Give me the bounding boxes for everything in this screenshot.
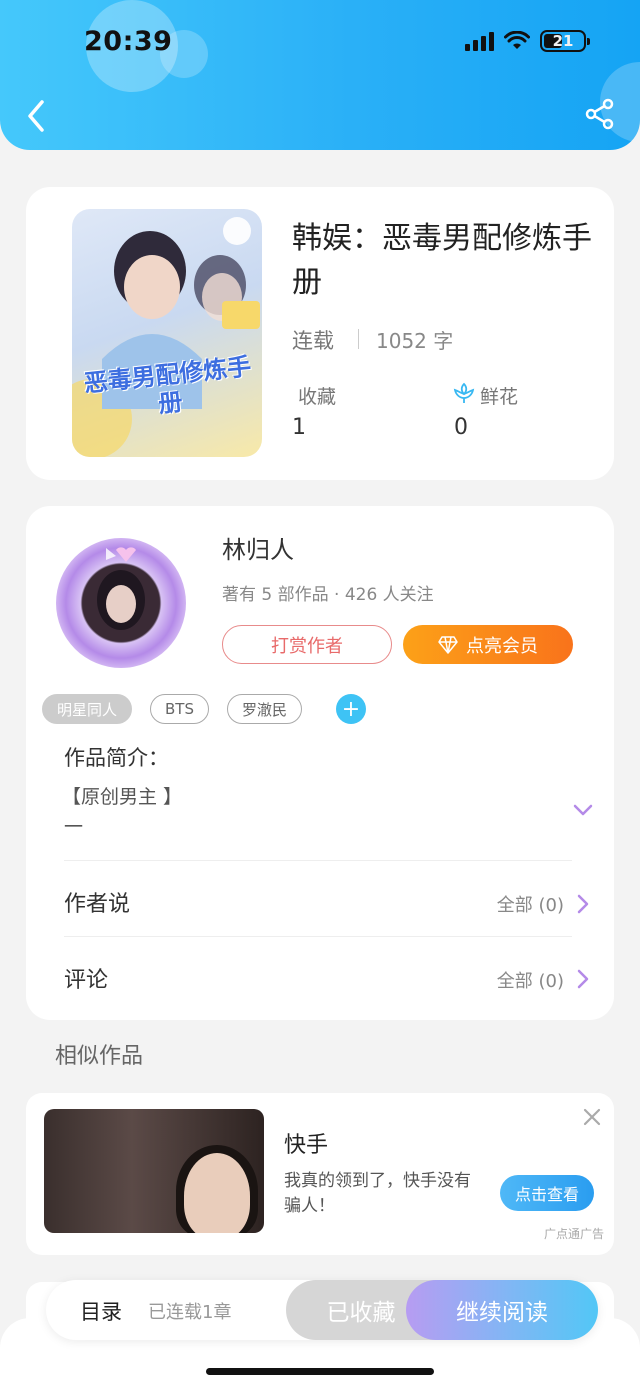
chevron-down-icon[interactable] — [572, 802, 594, 818]
book-cover[interactable]: 恶毒男配修炼手册 — [72, 209, 262, 457]
tag-item[interactable]: 罗澈民 — [227, 694, 303, 724]
tag-item[interactable]: 明星同人 — [42, 694, 133, 724]
book-title: 韩娱：恶毒男配修炼手册 — [292, 221, 592, 300]
back-icon[interactable] — [22, 96, 52, 136]
ad-card[interactable]: 快手 我真的领到了，快手没有骗人！ 点击查看 广点通广告 — [26, 1093, 614, 1255]
status-time: 20:39 — [84, 26, 173, 57]
header-bar: 20:39 21 — [0, 0, 640, 150]
favorites-label: 收藏 — [298, 386, 337, 408]
divider — [64, 936, 572, 937]
favorites-count: 1 — [292, 415, 306, 440]
intro-text-line2: 一 — [64, 816, 84, 838]
comments-count[interactable]: 全部 (0) — [497, 967, 564, 993]
author-says-count[interactable]: 全部 (0) — [497, 891, 564, 917]
book-status: 连载 — [292, 329, 334, 353]
divider — [358, 329, 359, 349]
book-info-card: 恶毒男配修炼手册 韩娱：恶毒男配修炼手册 连载 1052 字 收藏 1 鲜花 0 — [26, 187, 614, 480]
comments-label[interactable]: 评论 — [64, 962, 108, 994]
vip-button-label: 点亮会员 — [466, 635, 538, 657]
continue-reading-button[interactable]: 继续阅读 — [406, 1280, 598, 1340]
author-card: 林归人 著有 5 部作品 · 426 人关注 打赏作者 点亮会员 明星同人 BT… — [26, 506, 614, 1020]
home-indicator — [206, 1368, 434, 1375]
status-icons: 21 — [465, 30, 590, 52]
intro-text: 【原创男主 】 — [62, 786, 183, 808]
ad-image[interactable] — [44, 1109, 264, 1233]
ad-title: 快手 — [284, 1133, 329, 1158]
diamond-icon — [438, 635, 458, 654]
ad-source-label: 广点通广告 — [544, 1227, 605, 1241]
chapter-count[interactable]: 已连载1章 — [148, 1298, 231, 1324]
author-name[interactable]: 林归人 — [222, 530, 294, 565]
flowers-label: 鲜花 — [480, 386, 519, 408]
similar-works-title: 相似作品 — [55, 1044, 144, 1069]
tag-list: 明星同人 BTS 罗澈民 + — [42, 694, 367, 724]
close-icon[interactable] — [582, 1107, 602, 1127]
battery-icon: 21 — [540, 30, 590, 52]
add-tag-button[interactable]: + — [336, 694, 367, 724]
battery-level: 21 — [552, 32, 574, 50]
share-icon[interactable] — [584, 98, 616, 130]
signal-icon — [465, 31, 494, 51]
author-says-label[interactable]: 作者说 — [64, 886, 130, 918]
avatar[interactable] — [56, 538, 186, 668]
wifi-icon — [504, 31, 530, 49]
bottom-action-bar: 目录 已连载1章 已收藏 继续阅读 — [46, 1280, 598, 1340]
flower-icon — [453, 382, 475, 403]
intro-label: 作品简介： — [64, 746, 169, 770]
vip-button[interactable]: 点亮会员 — [403, 625, 573, 664]
tag-item[interactable]: BTS — [150, 694, 209, 724]
divider — [64, 860, 572, 861]
chevron-right-icon[interactable] — [576, 893, 590, 915]
ad-view-button[interactable]: 点击查看 — [500, 1175, 594, 1211]
reward-author-button[interactable]: 打赏作者 — [222, 625, 392, 664]
chevron-right-icon[interactable] — [576, 968, 590, 990]
flowers-count: 0 — [454, 415, 468, 440]
toc-button[interactable]: 目录 — [80, 1296, 122, 1326]
author-stats: 著有 5 部作品 · 426 人关注 — [222, 585, 434, 605]
ad-description: 我真的领到了，快手没有骗人！ — [284, 1171, 471, 1216]
word-count: 1052 字 — [376, 329, 454, 353]
